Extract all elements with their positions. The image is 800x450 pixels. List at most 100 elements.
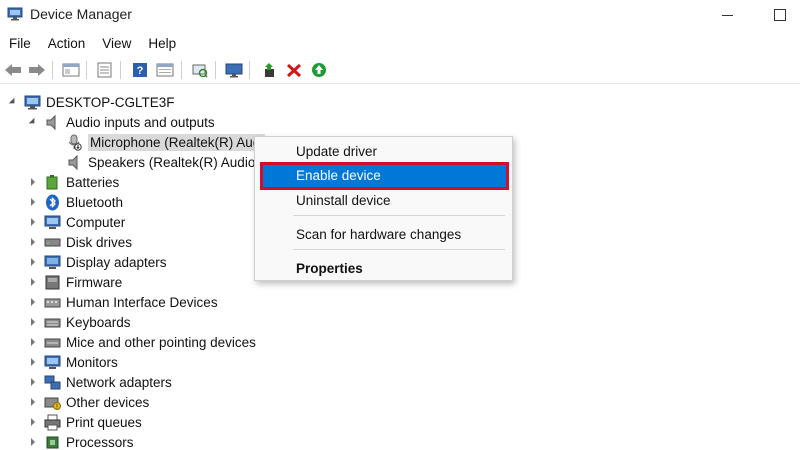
tree-device-speakers[interactable]: Speakers (Realtek(R) Audio) [66, 152, 260, 172]
disk-drive-icon [44, 234, 61, 251]
category-label: Keyboards [66, 314, 131, 330]
other-devices-icon: ! [44, 394, 61, 411]
hid-icon [44, 294, 61, 311]
menu-item-properties[interactable]: Properties [255, 258, 514, 280]
category-label: Mice and other pointing devices [66, 334, 256, 350]
tree-category-audio[interactable]: Audio inputs and outputs [28, 112, 215, 132]
category-label: Other devices [66, 394, 150, 410]
mouse-icon [44, 334, 61, 351]
tree-category-network-adapters[interactable]: Network adapters [28, 372, 172, 392]
processor-icon [44, 434, 61, 450]
forward-icon[interactable] [26, 59, 48, 81]
tree-root[interactable]: DESKTOP-CGLTE3F [8, 92, 175, 112]
expand-arrow-icon[interactable] [28, 377, 38, 387]
computer-icon [24, 94, 41, 111]
tree-category-human-interface-devices[interactable]: Human Interface Devices [28, 292, 218, 312]
battery-icon [44, 174, 61, 191]
menu-action[interactable]: Action [39, 33, 94, 55]
help-icon[interactable]: ? [129, 59, 151, 81]
expand-arrow-icon[interactable] [28, 237, 38, 247]
tree-category-print-queues[interactable]: Print queues [28, 412, 142, 432]
collapse-arrow-icon[interactable] [28, 117, 38, 127]
tree-category-computer[interactable]: Computer [28, 212, 125, 232]
tree-category-display-adapters[interactable]: Display adapters [28, 252, 167, 272]
device-label: Speakers (Realtek(R) Audio) [88, 154, 260, 170]
tree-category-keyboards[interactable]: Keyboards [28, 312, 131, 332]
update-driver-icon[interactable] [259, 59, 281, 81]
expand-arrow-icon[interactable] [28, 297, 38, 307]
category-label: Computer [66, 214, 126, 230]
expand-arrow-icon[interactable] [28, 357, 38, 367]
root-label: DESKTOP-CGLTE3F [46, 94, 175, 110]
maximize-button[interactable] [760, 0, 800, 30]
menu-item-enable-device[interactable]: Enable device [260, 162, 509, 190]
tree-category-batteries[interactable]: Batteries [28, 172, 119, 192]
firmware-icon [44, 274, 61, 291]
expand-arrow-icon[interactable] [28, 197, 38, 207]
printer-icon [44, 414, 61, 431]
expand-arrow-icon[interactable] [28, 437, 38, 447]
category-label: Display adapters [66, 254, 167, 270]
category-label: Network adapters [66, 374, 172, 390]
device-label: Microphone (Realtek(R) Audi [88, 133, 266, 151]
collapse-arrow-icon[interactable] [8, 97, 18, 107]
menu-file[interactable]: File [0, 33, 39, 55]
tree-category-bluetooth[interactable]: Bluetooth [28, 192, 123, 212]
menu-help[interactable]: Help [139, 33, 184, 55]
display-adapter-icon [44, 254, 61, 271]
category-label: Bluetooth [66, 194, 124, 210]
menu-view[interactable]: View [93, 33, 139, 55]
network-adapter-icon [44, 374, 61, 391]
expand-arrow-icon[interactable] [28, 177, 38, 187]
uninstall-icon[interactable] [283, 59, 305, 81]
expand-arrow-icon[interactable] [28, 397, 38, 407]
enable-device-icon[interactable] [308, 59, 330, 81]
keyboard-icon [44, 314, 61, 331]
category-label: Human Interface Devices [66, 294, 218, 310]
menu-bar: File Action View Help [0, 33, 184, 55]
menu-item-scan-hardware[interactable]: Scan for hardware changes [255, 224, 514, 246]
speaker-device-icon [66, 154, 83, 171]
tree-category-firmware[interactable]: Firmware [28, 272, 122, 292]
category-label: Monitors [66, 354, 118, 370]
category-label: Batteries [66, 174, 120, 190]
category-label: Audio inputs and outputs [66, 114, 215, 130]
monitor-icon [44, 354, 61, 371]
tree-category-other-devices[interactable]: ! Other devices [28, 392, 149, 412]
expand-arrow-icon[interactable] [28, 337, 38, 347]
menu-item-update-driver[interactable]: Update driver [255, 141, 514, 163]
view-icon[interactable] [154, 59, 176, 81]
window-title: Device Manager [30, 6, 132, 22]
tree-category-mice[interactable]: Mice and other pointing devices [28, 332, 256, 352]
tree-device-microphone[interactable]: Microphone (Realtek(R) Audi [66, 132, 266, 152]
expand-arrow-icon[interactable] [28, 277, 38, 287]
minimize-button[interactable] [710, 0, 746, 30]
menu-separator [293, 215, 505, 216]
expand-arrow-icon[interactable] [28, 257, 38, 267]
svg-text:?: ? [137, 65, 144, 77]
tree-category-disk-drives[interactable]: Disk drives [28, 232, 132, 252]
menu-item-uninstall-device[interactable]: Uninstall device [255, 190, 514, 212]
category-label: Processors [66, 434, 134, 450]
toolbar: ? [0, 57, 800, 84]
properties-icon[interactable] [94, 59, 116, 81]
category-label: Print queues [66, 414, 142, 430]
expand-arrow-icon[interactable] [28, 417, 38, 427]
title-bar: Device Manager [0, 0, 800, 30]
scan-hardware-icon[interactable] [189, 59, 211, 81]
back-icon[interactable] [2, 59, 24, 81]
microphone-device-icon [66, 134, 83, 151]
expand-arrow-icon[interactable] [28, 317, 38, 327]
menu-separator [293, 249, 505, 250]
show-hide-tree-icon[interactable] [60, 59, 82, 81]
tree-category-processors[interactable]: Processors [28, 432, 134, 450]
tree-category-monitors[interactable]: Monitors [28, 352, 118, 372]
category-label: Firmware [66, 274, 123, 290]
computer-icon [44, 214, 61, 231]
device-manager-icon [7, 6, 23, 22]
bluetooth-icon [44, 194, 61, 211]
monitor-icon[interactable] [223, 59, 245, 81]
expand-arrow-icon[interactable] [28, 217, 38, 227]
category-label: Disk drives [66, 234, 133, 250]
speaker-icon [44, 114, 61, 131]
